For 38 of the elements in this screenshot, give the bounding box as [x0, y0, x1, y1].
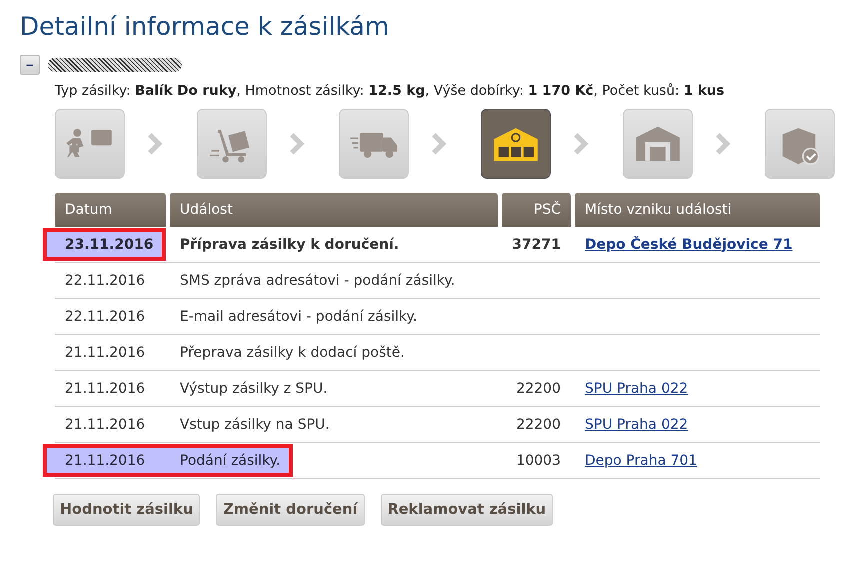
postcode-text: 22200 [516, 416, 561, 432]
postcode-text: 22200 [516, 380, 561, 396]
shipment-info: Typ zásilky: Balík Do ruky, Hmotnost zásilky: 12.5 kg, Výše dobírky: 1 170 Kč, Počet kusů: 1 kus [55, 83, 726, 99]
event-text: E-mail adresátovi - podání zásilky. [180, 308, 418, 324]
place-link[interactable]: Depo Praha 701 [585, 452, 698, 468]
collapse-button[interactable]: – [20, 55, 40, 75]
action-button[interactable]: Reklamovat zásilku [380, 494, 554, 526]
event-text: Podání zásilky. [180, 452, 281, 468]
date-cell-text: 22.11.2016 [64, 308, 146, 324]
chevron-icon [289, 132, 305, 156]
column-header: Událost [170, 193, 498, 227]
chevron-icon [431, 132, 447, 156]
place-link[interactable]: SPU Praha 022 [585, 380, 688, 396]
action-button[interactable]: Změnit doručení [216, 494, 365, 526]
page-title: Detailní informace k zásilkám [20, 12, 390, 41]
event-text: Příprava zásilky k doručení. [180, 236, 400, 252]
chevron-icon [715, 132, 731, 156]
chevron-icon [573, 132, 589, 156]
place-link[interactable]: Depo České Budějovice 71 [585, 236, 793, 252]
status-step[interactable] [481, 109, 551, 179]
date-cell-text: 21.11.2016 [64, 380, 146, 396]
event-text: Přeprava zásilky k dodací poště. [180, 344, 405, 360]
place-link[interactable]: SPU Praha 022 [585, 416, 688, 432]
chevron-icon [147, 132, 163, 156]
column-header: Místo vzniku události [575, 193, 820, 227]
date-cell-text: 21.11.2016 [64, 344, 146, 360]
postcode-text: 37271 [512, 236, 561, 252]
postcode-text: 10003 [516, 452, 561, 468]
event-text: SMS zpráva adresátovi - podání zásilky. [180, 272, 456, 288]
event-text: Vstup zásilky na SPU. [180, 416, 330, 432]
date-cell-text: 22.11.2016 [64, 272, 146, 288]
date-cell-text: 21.11.2016 [64, 416, 146, 432]
event-text: Výstup zásilky z SPU. [180, 380, 328, 396]
date-cell-text: 21.11.2016 [64, 452, 146, 468]
column-header: PSČ [502, 193, 571, 227]
column-header: Datum [55, 193, 166, 227]
date-cell-text: 23.11.2016 [64, 236, 155, 252]
action-button[interactable]: Hodnotit zásilku [53, 494, 200, 526]
